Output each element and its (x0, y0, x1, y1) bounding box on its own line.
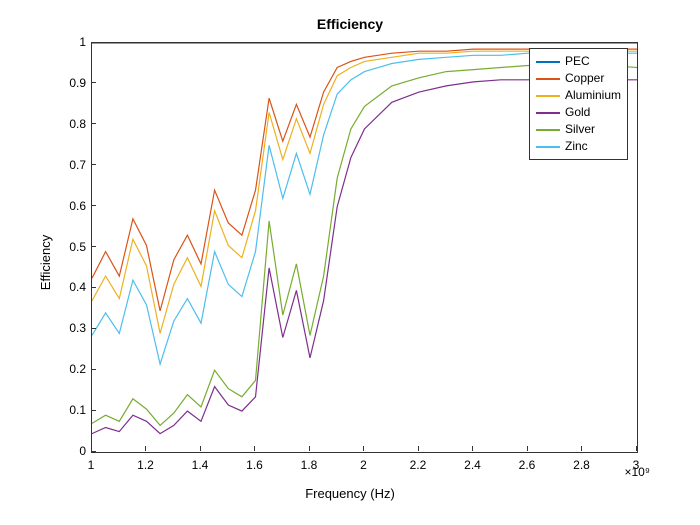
legend-swatch (536, 95, 560, 97)
x-axis-label: Frequency (Hz) (0, 486, 700, 501)
legend-swatch (536, 146, 560, 148)
y-tick-label: 0.5 (69, 240, 86, 254)
x-tick-label: 2.4 (464, 458, 481, 472)
legend-item: Silver (536, 121, 621, 138)
legend-label: PEC (565, 53, 590, 70)
legend-item: Aluminium (536, 87, 621, 104)
y-tick-label: 0.6 (69, 199, 86, 213)
legend-item: Zinc (536, 138, 621, 155)
x-tick-label: 2 (360, 458, 367, 472)
y-tick-label: 1 (79, 35, 86, 49)
x-tick-label: 2.2 (410, 458, 427, 472)
x-tick-label: 1.2 (137, 458, 154, 472)
y-tick-label: 0.8 (69, 117, 86, 131)
legend-item: Gold (536, 104, 621, 121)
x-tick-label: 2.8 (573, 458, 590, 472)
legend-swatch (536, 129, 560, 131)
legend-label: Aluminium (565, 87, 621, 104)
chart-figure: Efficiency Frequency (Hz) Efficiency ×10… (0, 0, 700, 525)
x-tick-label: 1.4 (192, 458, 209, 472)
y-tick-label: 0.7 (69, 158, 86, 172)
y-tick-label: 0.2 (69, 362, 86, 376)
legend-label: Zinc (565, 138, 588, 155)
y-tick-label: 0.1 (69, 403, 86, 417)
legend-swatch (536, 112, 560, 114)
legend-label: Silver (565, 121, 595, 138)
y-tick-label: 0 (79, 444, 86, 458)
chart-title: Efficiency (0, 16, 700, 32)
x-tick-label: 2.6 (519, 458, 536, 472)
legend-swatch (536, 78, 560, 80)
y-tick-label: 0.4 (69, 280, 86, 294)
legend: PECCopperAluminiumGoldSilverZinc (529, 48, 628, 160)
x-tick-label: 1 (88, 458, 95, 472)
legend-label: Gold (565, 104, 590, 121)
x-tick-label: 1.6 (246, 458, 263, 472)
y-tick-label: 0.9 (69, 76, 86, 90)
y-axis-label: Efficiency (18, 0, 73, 525)
legend-item: Copper (536, 70, 621, 87)
legend-item: PEC (536, 53, 621, 70)
legend-swatch (536, 61, 560, 63)
y-tick-label: 0.3 (69, 321, 86, 335)
x-tick-label: 1.8 (301, 458, 318, 472)
x-tick-label: 3 (633, 458, 640, 472)
legend-label: Copper (565, 70, 604, 87)
